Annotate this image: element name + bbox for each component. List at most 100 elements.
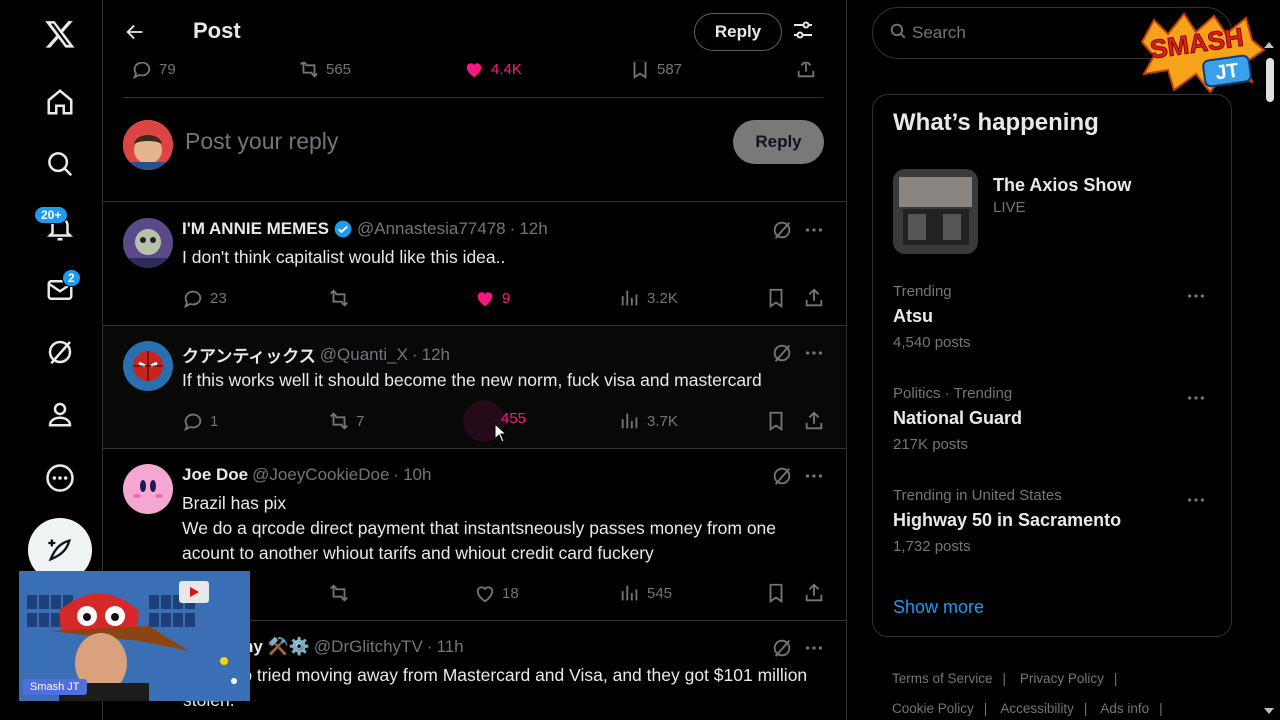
trend-item[interactable]: Trending in United States Highway 50 in … xyxy=(893,487,1213,555)
timestamp[interactable]: 12h xyxy=(422,345,450,365)
display-name[interactable]: I'M ANNIE MEMES xyxy=(182,219,329,239)
repost-action[interactable] xyxy=(328,582,350,604)
live-show-thumbnail[interactable] xyxy=(893,169,978,254)
right-sidebar: Search What’s happening The Axios Show L… xyxy=(848,0,1280,720)
page-title: Post xyxy=(193,18,241,43)
grok-icon[interactable] xyxy=(771,637,793,659)
display-name[interactable]: Joe Doe xyxy=(182,465,248,485)
timestamp[interactable]: 12h xyxy=(519,219,547,239)
views-count: 3.2K xyxy=(647,289,678,307)
back-arrow-icon[interactable] xyxy=(119,16,151,48)
reply-input[interactable]: Post your reply xyxy=(185,128,338,155)
more-options-icon[interactable] xyxy=(1185,387,1207,414)
display-name[interactable]: クアンティックス xyxy=(182,342,316,367)
explore-search-icon[interactable] xyxy=(36,140,84,188)
footer-link-privacy[interactable]: Privacy Policy xyxy=(1020,671,1104,686)
timestamp[interactable]: 10h xyxy=(403,465,431,485)
tweet-header: hy ⚒️⚙️ @DrGlitchyTV · 11h xyxy=(243,637,464,657)
more-options-icon[interactable] xyxy=(803,465,825,487)
show-more-link[interactable]: Show more xyxy=(893,597,984,618)
trend-post-count: 4,540 posts xyxy=(893,334,971,351)
main-reposts-count: 565 xyxy=(326,60,352,78)
reply-action[interactable]: 23 xyxy=(182,287,227,309)
repost-action[interactable]: 7 xyxy=(328,410,364,432)
timestamp[interactable]: 11h xyxy=(436,637,463,657)
home-icon[interactable] xyxy=(36,78,84,126)
user-avatar[interactable] xyxy=(123,120,173,170)
scrollbar-thumb[interactable] xyxy=(1266,58,1274,102)
share-icon[interactable] xyxy=(803,582,825,604)
share-icon[interactable] xyxy=(803,287,825,309)
views-action[interactable]: 545 xyxy=(619,582,672,604)
repost-count: 7 xyxy=(356,412,365,430)
trend-post-count: 1,732 posts xyxy=(893,538,971,555)
reply-settings-sliders-icon[interactable] xyxy=(791,18,817,44)
views-action[interactable]: 3.2K xyxy=(619,287,678,309)
grok-icon[interactable] xyxy=(36,328,84,376)
scrollbar-down-arrow[interactable] xyxy=(1264,708,1274,714)
footer-separator: | xyxy=(1083,701,1088,716)
user-handle[interactable]: @Annastesia77478 xyxy=(357,219,506,239)
trend-item[interactable]: Politics · Trending National Guard 217K … xyxy=(893,385,1213,453)
display-name[interactable]: hy ⚒️⚙️ xyxy=(243,637,310,657)
avatar[interactable] xyxy=(123,218,173,268)
grok-icon[interactable] xyxy=(771,342,793,364)
repost-icon xyxy=(328,410,350,432)
more-options-icon[interactable] xyxy=(803,637,825,659)
footer-link-terms[interactable]: Terms of Service xyxy=(892,671,993,686)
main-replies-count: 79 xyxy=(159,60,176,78)
more-options-icon[interactable] xyxy=(1185,285,1207,312)
reply-action[interactable]: 1 xyxy=(182,410,218,432)
footer-link-ads-info[interactable]: Ads info xyxy=(1100,701,1149,716)
trend-context: Politics · Trending xyxy=(893,385,1013,402)
avatar[interactable] xyxy=(123,341,173,391)
bookmark-icon[interactable] xyxy=(765,287,787,309)
footer-link-accessibility[interactable]: Accessibility xyxy=(1000,701,1074,716)
user-handle[interactable]: @Quanti_X xyxy=(320,345,408,365)
trend-item[interactable]: Trending Atsu 4,540 posts xyxy=(893,283,1213,351)
trend-title: National Guard xyxy=(893,408,1023,428)
separator-dot: · xyxy=(393,465,400,484)
mouse-cursor-icon xyxy=(494,422,508,448)
more-options-icon[interactable] xyxy=(803,342,825,364)
views-count: 3.7K xyxy=(647,412,678,430)
footer-link-cookie[interactable]: Cookie Policy xyxy=(892,701,974,716)
more-options-icon[interactable] xyxy=(1185,489,1207,516)
separator-dot: · xyxy=(426,637,433,656)
bookmark-icon[interactable] xyxy=(765,582,787,604)
trend-context: Trending xyxy=(893,283,952,300)
views-action[interactable]: 3.7K xyxy=(619,410,678,432)
more-options-icon[interactable] xyxy=(803,219,825,241)
search-placeholder: Search xyxy=(912,23,966,42)
bookmark-icon[interactable] xyxy=(765,410,787,432)
live-show-title[interactable]: The Axios Show xyxy=(993,175,1131,196)
reply-submit-button[interactable]: Reply xyxy=(733,120,824,164)
reply-count: 1 xyxy=(210,412,219,430)
webcam-overlay: Smash JT xyxy=(19,571,250,701)
user-handle[interactable]: @DrGlitchyTV xyxy=(314,637,423,657)
header-reply-button[interactable]: Reply xyxy=(694,13,782,51)
footer-separator: | xyxy=(1113,671,1118,686)
grok-icon[interactable] xyxy=(771,465,793,487)
repost-icon xyxy=(328,287,350,309)
avatar[interactable] xyxy=(123,464,173,514)
svg-text:JT: JT xyxy=(1214,59,1240,84)
x-logo-icon[interactable] xyxy=(36,10,84,58)
trend-post-count: 217K posts xyxy=(893,436,969,453)
views-chart-icon xyxy=(619,410,641,432)
profile-icon[interactable] xyxy=(36,390,84,438)
grok-icon[interactable] xyxy=(771,219,793,241)
reply-tweet[interactable]: I'M ANNIE MEMES @Annastesia77478 · 12h I… xyxy=(103,203,846,326)
trend-context: Trending in United States xyxy=(893,487,1062,504)
like-action[interactable]: 18 xyxy=(474,582,519,604)
share-icon[interactable] xyxy=(803,410,825,432)
like-action[interactable]: 9 xyxy=(474,287,510,309)
more-options-icon[interactable] xyxy=(36,454,84,502)
repost-icon xyxy=(328,582,350,604)
tweet-text-line: Brazil has pix xyxy=(182,493,287,513)
repost-action[interactable] xyxy=(328,287,350,309)
heart-outline-icon xyxy=(474,582,496,604)
user-handle[interactable]: @JoeyCookieDoe xyxy=(252,465,389,485)
post-header-bar: Post Reply xyxy=(103,0,846,62)
reply-tweet[interactable]: クアンティックス @Quanti_X · 12h If this works w… xyxy=(103,326,846,449)
